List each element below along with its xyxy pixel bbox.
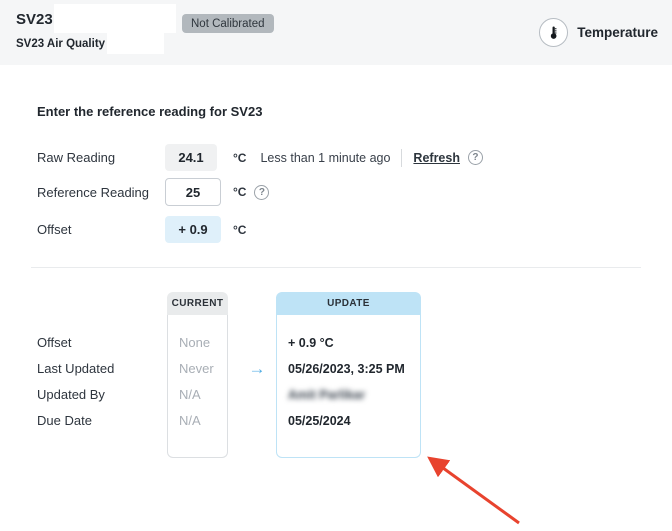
- offset-label: Offset: [37, 222, 165, 237]
- reference-reading-unit: °C: [233, 185, 246, 199]
- update-column-body: + 0.9 °C 05/26/2023, 3:25 PM Amit Parlik…: [276, 315, 421, 458]
- update-last-updated: 05/26/2023, 3:25 PM: [288, 360, 405, 378]
- section-heading: Enter the reference reading for SV23: [37, 104, 262, 119]
- device-subtitle: SV23 Air Quality: [16, 38, 105, 50]
- current-updated-by: N/A: [179, 386, 201, 404]
- update-updated-by: Amit Parlikar: [288, 386, 365, 404]
- header: SV23 SV23 Air Quality Not Calibrated Tem…: [0, 0, 672, 65]
- reference-reading-row: Reference Reading °C ?: [37, 178, 269, 206]
- raw-reading-value: 24.1: [165, 144, 217, 171]
- current-last-updated: Never: [179, 360, 214, 378]
- update-offset: + 0.9 °C: [288, 334, 334, 352]
- section-heading-text: Enter the reference reading for: [37, 104, 227, 119]
- update-due-date: 05/25/2024: [288, 412, 351, 430]
- status-badge: Not Calibrated: [182, 14, 274, 33]
- redaction-box: [107, 33, 164, 54]
- raw-reading-help-icon[interactable]: ?: [468, 150, 483, 165]
- current-column-body: None Never N/A N/A: [167, 315, 228, 458]
- section-heading-device: SV23: [231, 104, 263, 119]
- device-title: SV23: [16, 11, 53, 28]
- sensor-type-chip[interactable]: Temperature: [539, 18, 658, 47]
- section-divider: [31, 267, 641, 268]
- reference-reading-input[interactable]: [165, 178, 221, 206]
- sensor-type-label: Temperature: [577, 25, 658, 40]
- calibration-panel: SV23 SV23 Air Quality Not Calibrated Tem…: [0, 0, 672, 531]
- comparison-label-updated-by: Updated By: [37, 386, 105, 404]
- reference-reading-label: Reference Reading: [37, 185, 165, 200]
- refresh-divider: [401, 149, 402, 167]
- offset-unit: °C: [233, 223, 246, 237]
- thermometer-icon: [539, 18, 568, 47]
- offset-value: + 0.9: [165, 216, 221, 243]
- comparison-label-due-date: Due Date: [37, 412, 92, 430]
- comparison-label-offset: Offset: [37, 334, 71, 352]
- raw-reading-age: Less than 1 minute ago: [260, 151, 390, 165]
- redaction-box: [54, 4, 176, 33]
- update-column: UPDATE + 0.9 °C 05/26/2023, 3:25 PM Amit…: [276, 292, 421, 458]
- raw-reading-label: Raw Reading: [37, 150, 165, 165]
- raw-reading-unit: °C: [233, 151, 246, 165]
- reference-reading-help-icon[interactable]: ?: [254, 185, 269, 200]
- offset-row: Offset + 0.9 °C: [37, 216, 246, 243]
- update-column-header: UPDATE: [276, 292, 421, 315]
- comparison-label-last-updated: Last Updated: [37, 360, 114, 378]
- device-subtitle-row: SV23 Air Quality: [16, 36, 114, 52]
- current-column-header: CURRENT: [167, 292, 228, 315]
- current-offset: None: [179, 334, 210, 352]
- raw-reading-row: Raw Reading 24.1 °C Less than 1 minute a…: [37, 144, 483, 171]
- refresh-link[interactable]: Refresh: [413, 151, 460, 165]
- transfer-arrow-icon: →: [246, 359, 268, 379]
- current-column: CURRENT None Never N/A N/A: [167, 292, 228, 458]
- current-due-date: N/A: [179, 412, 201, 430]
